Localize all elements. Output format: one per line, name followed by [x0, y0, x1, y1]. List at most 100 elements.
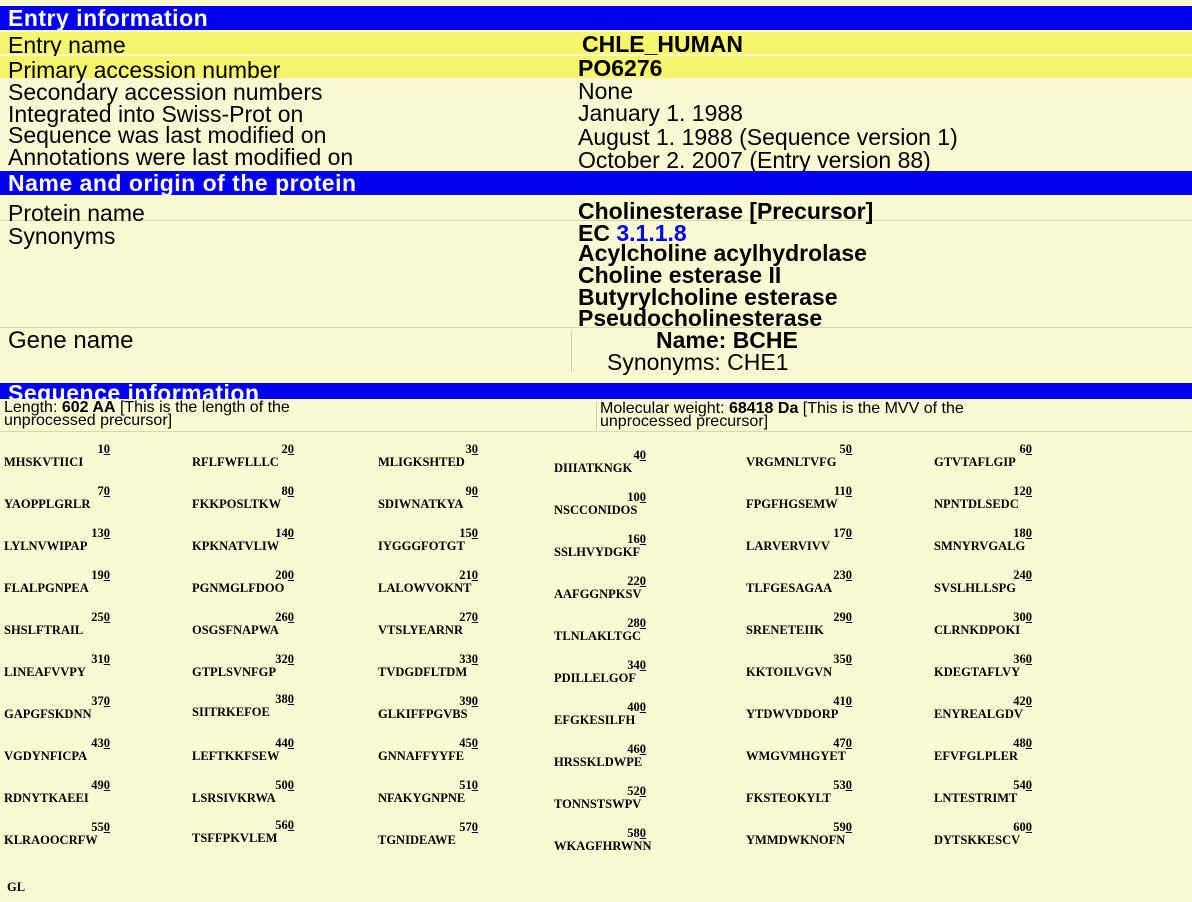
divider	[0, 431, 1192, 432]
sequence-block: 510 NFAKYGNPNE	[378, 779, 478, 805]
sequence-block: 430 VGDYNFICPA	[4, 737, 110, 763]
sequence-block: 40 DIIIATKNGK	[554, 449, 646, 475]
sequence-residues: NPNTDLSEDC	[934, 497, 1019, 511]
secondary-accession-value: None	[578, 78, 633, 104]
sequence-residues: OSGSFNAPWA	[192, 623, 279, 637]
sequence-block: 310 LINEAFVVPY	[4, 653, 110, 679]
sequence-residues: YMMDWKNOFN	[746, 833, 846, 847]
molecular-weight-info: Molecular weight: 68418 Da [This is the …	[600, 400, 964, 430]
sequence-block: 550 KLRAOOCRFW	[4, 821, 110, 847]
sequence-block: 200 PGNMGLFDOO	[192, 569, 294, 595]
sequence-residues: TONNSTSWPV	[554, 797, 642, 811]
sequence-residues: SRENETEIIK	[746, 623, 824, 637]
synonym-item: Choline esterase II	[578, 262, 782, 288]
sequence-residues: VTSLYEARNR	[378, 623, 463, 637]
sequence-block: 190 FLALPGNPEA	[4, 569, 110, 595]
sequence-residues: TLFGESAGAA	[746, 581, 833, 595]
sequence-block: 450 GNNAFFYYFE	[378, 737, 478, 763]
sequence-residues: GLKIFFPGVBS	[378, 707, 468, 721]
sequence-residues: NFAKYGNPNE	[378, 791, 466, 805]
synonym-item: Pseudocholinesterase	[578, 305, 823, 331]
sequence-residues: TLNLAKLTGC	[554, 629, 642, 643]
sequence-residues: DYTSKKESCV	[934, 833, 1021, 847]
sequence-block: 580 WKAGFHRWNN	[554, 827, 651, 853]
sequence-block: 260 OSGSFNAPWA	[192, 611, 294, 637]
sequence-residues: KDEGTAFLVY	[934, 665, 1021, 679]
sequence-block: 360 KDEGTAFLVY	[934, 653, 1032, 679]
sequence-residues: GTVTAFLGIP	[934, 455, 1016, 469]
secondary-accession-row: Secondary accession numbers None	[0, 78, 1192, 104]
sequence-residues: GAPGFSKDNN	[4, 707, 92, 721]
sequence-residues: EFVFGLPLER	[934, 749, 1019, 763]
sequence-block: 470 WMGVMHGYET	[746, 737, 852, 763]
sequence-residues: LINEAFVVPY	[4, 665, 86, 679]
sequence-block: 290 SRENETEIIK	[746, 611, 852, 637]
mw-note: [This is the MVV of the	[802, 400, 964, 417]
sequence-block: 370 GAPGFSKDNN	[4, 695, 110, 721]
sequence-residues: WKAGFHRWNN	[554, 839, 652, 853]
sequence-modified-row: Sequence was last modified on August 1. …	[0, 122, 1192, 150]
sequence-residues: HRSSKLDWPE	[554, 755, 643, 769]
sequence-block: 320 GTPLSVNFGP	[192, 653, 294, 679]
sequence-block: 350 KKTOILVGVN	[746, 653, 852, 679]
sequence-residues: DIIIATKNGK	[554, 461, 633, 475]
sequence-block: 590 YMMDWKNOFN	[746, 821, 852, 847]
sequence-block: 460 HRSSKLDWPE	[554, 743, 646, 769]
sequence-residues: RDNYTKAEEI	[4, 791, 89, 805]
sequence-block: 110 FPGFHGSEMW	[746, 485, 852, 511]
sequence-residues: ENYREALGDV	[934, 707, 1023, 721]
sequence-block: 120 NPNTDLSEDC	[934, 485, 1032, 511]
sequence-residues: AAFGGNPKSV	[554, 587, 642, 601]
sequence-residues: GTPLSVNFGP	[192, 665, 277, 679]
sequence-block: 240 SVSLHLLSPG	[934, 569, 1032, 595]
sequence-tail: GL	[7, 880, 26, 894]
primary-accession-value: PO6276	[578, 55, 663, 81]
sequence-block: 340 PDILLELGOF	[554, 659, 646, 685]
sequence-block: 410 YTDWVDDORP	[746, 695, 852, 721]
sequence-residues: SHSLFTRAIL	[4, 623, 84, 637]
sequence-block: 180 SMNYRVGALG	[934, 527, 1032, 553]
sequence-block: 400 EFGKESILFH	[554, 701, 646, 727]
entry-name-label: Entry name	[8, 32, 126, 58]
sequence-block: 30 MLIGKSHTED	[378, 443, 478, 469]
sequence-block: 520 TONNSTSWPV	[554, 785, 646, 811]
sequence-block: 440 LEFTKKFSEW	[192, 737, 294, 763]
sequence-residues: LYLNVWIPAP	[4, 539, 88, 553]
sequence-block: 500 LSRSIVKRWA	[192, 779, 294, 805]
sequence-modified-value: August 1. 1988 (Sequence version 1)	[578, 124, 958, 150]
synonym-item: Acylcholine acylhydrolase	[578, 240, 867, 266]
gene-synonyms-value: Synonyms: CHE1	[607, 349, 789, 375]
sequence-residues: LSRSIVKRWA	[192, 791, 276, 805]
length-note-2: unprocessed precursor]	[4, 412, 173, 429]
sequence-residues: SSLHVYDGKF	[554, 545, 641, 559]
sequence-block: 60 GTVTAFLGIP	[934, 443, 1032, 469]
sequence-residues: TSFFPKVLEM	[192, 831, 278, 845]
synonyms-row: Synonyms EC 3.1.1.8 Acylcholine acylhydr…	[0, 222, 1192, 331]
sequence-block: 250 SHSLFTRAIL	[4, 611, 110, 637]
sequence-block: 390 GLKIFFPGVBS	[378, 695, 478, 721]
primary-accession-label: Primary accession number	[8, 57, 281, 83]
sequence-residues: MHSKVTIICI	[4, 455, 84, 469]
sequence-block: 540 LNTESTRIMT	[934, 779, 1032, 805]
sequence-block: 100 NSCCONIDOS	[554, 491, 646, 517]
sequence-residues: KLRAOOCRFW	[4, 833, 98, 847]
length-info: Length: 602 AA [This is the length of th…	[4, 400, 290, 429]
sequence-block: 220 AAFGGNPKSV	[554, 575, 646, 601]
sequence-residues: SIITRKEFOE	[192, 705, 270, 719]
annotations-modified-row: Annotations were last modified on Octobe…	[0, 144, 1192, 172]
sequence-residues: SMNYRVGALG	[934, 539, 1026, 553]
sequence-block: 50 VRGMNLTVFG	[746, 443, 852, 469]
sequence-residues: EFGKESILFH	[554, 713, 636, 727]
integrated-row: Integrated into Swiss-Prot on January 1.…	[0, 102, 1192, 126]
sequence-residues: LARVERVIVV	[746, 539, 830, 553]
mw-note-2: unprocessed precursor]	[600, 413, 769, 430]
sequence-modified-label: Sequence was last modified on	[8, 122, 327, 148]
sequence-block: 380 SIITRKEFOE	[192, 693, 294, 719]
sequence-residues: YAOPPLGRLR	[4, 497, 91, 511]
sequence-residues: LEFTKKFSEW	[192, 749, 280, 763]
sequence-block: 140 KPKNATVLIW	[192, 527, 294, 553]
sequence-block: 570 TGNIDEAWE	[378, 821, 478, 847]
annotations-modified-label: Annotations were last modified on	[8, 144, 354, 170]
divider	[596, 401, 597, 430]
sequence-block: 280 TLNLAKLTGC	[554, 617, 646, 643]
